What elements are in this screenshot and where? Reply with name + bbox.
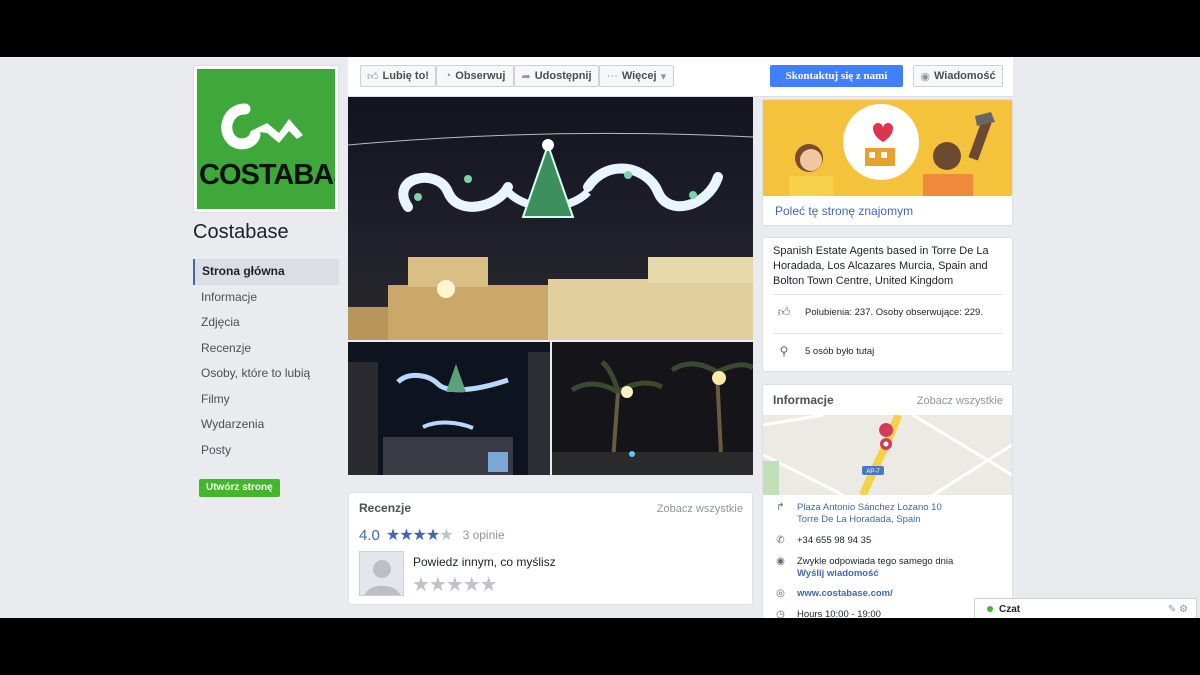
star-icon: ★	[399, 527, 413, 544]
profile-picture[interactable]: COSTABASE	[193, 65, 339, 213]
map-pin-icon: ⚲	[779, 344, 789, 358]
nav-item-events[interactable]: Wydarzenia	[193, 412, 339, 438]
hours-row: ◷ Hours 10:00 - 19:00	[775, 609, 881, 618]
nav-item-info[interactable]: Informacje	[193, 285, 339, 311]
follow-button[interactable]: ◔ Obserwuj	[436, 65, 514, 87]
thumbs-up-icon: 👍︎	[367, 70, 379, 83]
website-link[interactable]: www.costabase.com/	[797, 588, 893, 600]
rating-count[interactable]: 3 opinie	[463, 528, 505, 542]
more-dots-icon: ···	[606, 70, 618, 82]
nav-item-videos[interactable]: Filmy	[193, 387, 339, 413]
rating-stars: ★★★★★	[385, 525, 454, 545]
chevron-down-icon: ▾	[660, 70, 667, 83]
street-lights-photo	[348, 352, 550, 475]
logo-text: COSTABASE	[199, 159, 335, 191]
chat-bubble-icon: ◉	[776, 556, 785, 567]
compose-icon[interactable]: ✎	[1168, 604, 1176, 615]
costabase-logo: COSTABASE	[197, 69, 335, 209]
cover-photo[interactable]	[348, 97, 753, 340]
phone-icon: ✆	[776, 535, 785, 546]
like-label: Lubię to!	[382, 70, 429, 82]
response-time: Zwykle odpowiada tego samego dnia	[797, 556, 954, 567]
divider	[773, 294, 1003, 295]
share-icon: ➦	[521, 70, 531, 83]
send-message-link[interactable]: Wyślij wiadomość	[797, 568, 953, 580]
rating-score: 4.0	[359, 526, 380, 544]
globe-icon: ◎	[776, 588, 785, 599]
reviews-see-all-link[interactable]: Zobacz wszystkie	[657, 503, 743, 515]
website-row: ◎ www.costabase.com/	[775, 588, 893, 600]
nav-item-reviews[interactable]: Recenzje	[193, 336, 339, 362]
chat-tools: ✎ ⚙	[1168, 604, 1188, 615]
share-label: Udostępnij	[534, 70, 592, 82]
reviews-title: Recenzje	[359, 501, 412, 515]
star-icon: ★	[385, 527, 400, 544]
rss-icon: ◔	[444, 70, 452, 82]
checkins-row: ⚲ 5 osób było tutaj	[777, 344, 875, 358]
recommend-card: Poleć tę stronę znajomym	[762, 99, 1013, 226]
chat-bar[interactable]: Czat ✎ ⚙	[974, 598, 1197, 618]
star-icon: ★	[425, 527, 440, 544]
phone-row: ✆ +34 655 98 94 35	[775, 535, 871, 547]
page-description: Spanish Estate Agents based in Torre De …	[773, 245, 989, 287]
message-button[interactable]: ◉ Wiadomość	[913, 65, 1003, 87]
recommend-illustration	[763, 100, 1012, 196]
nav-item-posts[interactable]: Posty	[193, 438, 339, 464]
info-card: Informacje Zobacz wszystkie AP-7 ↱ Plaza…	[762, 384, 1013, 618]
follow-label: Obserwuj	[455, 70, 506, 82]
address[interactable]: Plaza Antonio Sánchez Lozano 10 Torre De…	[797, 502, 942, 526]
divider	[773, 333, 1003, 334]
phone-number: +34 655 98 94 35	[797, 535, 872, 546]
like-button[interactable]: 👍︎ Lubię to!	[360, 65, 436, 87]
more-label: Więcej	[621, 70, 657, 82]
address-line1: Plaza Antonio Sánchez Lozano 10	[797, 502, 942, 513]
info-see-all-link[interactable]: Zobacz wszystkie	[917, 395, 1003, 407]
facebook-page: COSTABASE Costabase Strona główna Inform…	[0, 57, 1200, 618]
thumbs-up-icon: 👍︎	[777, 305, 791, 319]
reviews-card: Recenzje Zobacz wszystkie 4.0 ★★★★★ 3 op…	[348, 492, 753, 605]
nav-item-photos[interactable]: Zdjęcia	[193, 310, 339, 336]
star-icon: ★	[412, 527, 427, 544]
christmas-lights-photo	[348, 132, 753, 340]
clock-icon: ◷	[776, 609, 785, 618]
action-bar: 👍︎ Lubię to! ◔ Obserwuj ➦ Udostępnij ···…	[348, 57, 1013, 97]
share-button[interactable]: ➦ Udostępnij	[514, 65, 599, 87]
page-title: Costabase	[193, 221, 289, 243]
address-row: ↱ Plaza Antonio Sánchez Lozano 10 Torre …	[775, 502, 942, 526]
review-prompt: Powiedz innym, co myślisz	[413, 555, 556, 569]
page-nav: Strona główna Informacje Zdjęcia Recenzj…	[193, 259, 339, 463]
directions-icon: ↱	[776, 502, 785, 513]
checkins-text: 5 osób było tutaj	[805, 345, 875, 357]
online-status-dot	[987, 606, 993, 612]
review-star-input[interactable]: ★★★★★	[412, 572, 498, 597]
photo-street-night[interactable]	[348, 342, 550, 475]
contact-button[interactable]: Skontaktuj się z nami	[770, 65, 903, 87]
location-map[interactable]: AP-7	[763, 415, 1012, 495]
rating-summary: 4.0 ★★★★★ 3 opinie	[359, 525, 505, 545]
star-icon: ★	[439, 527, 453, 544]
info-title: Informacje	[773, 393, 834, 407]
nav-item-likes[interactable]: Osoby, które to lubią	[193, 361, 339, 387]
more-button[interactable]: ··· Więcej ▾	[599, 65, 674, 87]
user-placeholder-icon	[359, 551, 404, 596]
chat-label: Czat	[999, 603, 1021, 615]
palm-trees-photo	[552, 360, 753, 475]
nav-item-home[interactable]: Strona główna	[193, 259, 339, 285]
create-page-button[interactable]: Utwórz stronę	[199, 479, 280, 497]
address-line2: Torre De La Horadada, Spain	[797, 514, 921, 525]
hours-text: Hours 10:00 - 19:00	[797, 609, 881, 618]
message-label: Wiadomość	[933, 70, 996, 82]
likes-row: 👍︎ Polubienia: 237. Osoby obserwujące: 2…	[777, 305, 983, 320]
recommend-link[interactable]: Poleć tę stronę znajomym	[775, 204, 913, 218]
gear-icon[interactable]: ⚙	[1179, 604, 1188, 615]
messenger-icon: ◉	[920, 70, 930, 83]
photo-palm-trees[interactable]	[552, 342, 753, 475]
about-card: Spanish Estate Agents based in Torre De …	[762, 237, 1013, 372]
map-road-badge: AP-7	[866, 469, 880, 475]
response-row: ◉ Zwykle odpowiada tego samego dnia Wyśl…	[775, 556, 953, 580]
likes-text: Polubienia: 237. Osoby obserwujące: 229.	[805, 307, 983, 318]
